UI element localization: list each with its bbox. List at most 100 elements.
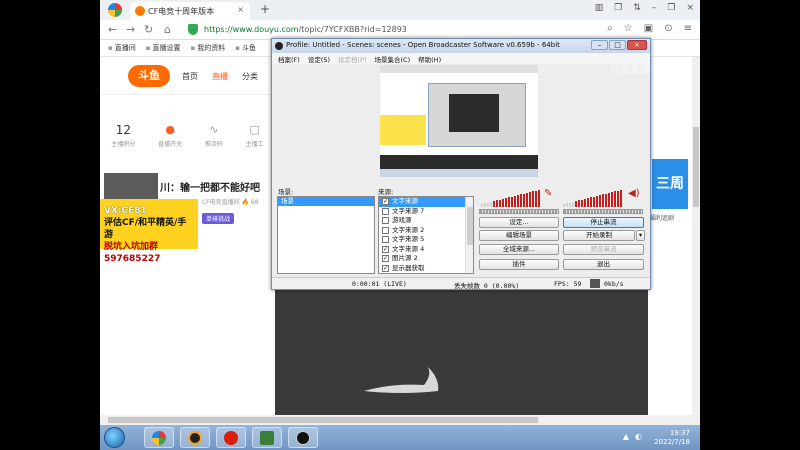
bookmark-item[interactable]: 直播间 [108,43,136,56]
taskbar-browser[interactable] [144,427,174,448]
menu-help[interactable]: 帮助(H) [418,54,441,64]
maximize-icon[interactable]: ❐ [667,3,675,13]
search-icon[interactable]: ⌕ [607,23,613,34]
start-recording-button[interactable]: 开始录制 [563,230,635,241]
browser-logo-icon[interactable] [108,3,122,17]
nav-live[interactable]: 直播 [212,71,228,82]
scenes-list[interactable]: 场景 [277,196,375,274]
source-item[interactable]: 文字来源 7 [379,207,473,217]
stream-card[interactable]: 川：输一把都不能好吧 CF电竞直播间 🔥 68 单排挑战 VX:CF81 评估C… [100,173,275,264]
taskbar-app-g[interactable] [180,427,210,448]
taskbar-obs[interactable] [288,427,318,448]
source-checkbox[interactable] [382,207,389,215]
menu-icon[interactable]: ≡ [684,23,692,34]
meter-segment [581,199,583,207]
scene-item[interactable]: 场景 [278,197,374,206]
sources-scrollbar[interactable] [465,197,473,273]
source-item[interactable]: ✓ 文字来源 4 [379,245,473,255]
home-icon[interactable]: ⌂ [164,23,171,36]
source-checkbox[interactable]: ✓ [382,245,389,253]
source-item[interactable]: 游戏源 [379,216,473,226]
obs-close-button[interactable]: × [627,40,647,50]
extension-icon[interactable]: ▣ [644,23,653,34]
source-item[interactable]: 文字来源 5 [379,235,473,245]
source-checkbox[interactable]: ✓ [382,264,389,272]
source-checkbox[interactable]: ✓ [382,255,389,263]
restore-icon[interactable]: ❐ [614,3,622,13]
stream-tag[interactable]: 单排挑战 [202,213,235,224]
close-icon[interactable]: × [686,3,694,13]
sources-list[interactable]: ✓ 文字来源 文字来源 7 游戏源 文字来源 2 文字来源 5 ✓ 文字来源 4 ✓ 图片源 2 ✓… [378,196,474,274]
obs-minimize-button[interactable]: – [591,40,608,50]
speaker-icon[interactable]: ◀) [628,188,640,199]
plugins-button[interactable]: 插件 [479,259,559,270]
scroll-thumb[interactable] [108,417,538,423]
system-clock[interactable]: 19:37 2022/7/18 [654,429,690,447]
meter-segment [493,201,495,207]
stop-stream-button[interactable]: 停止串流 [563,217,644,228]
sync-icon[interactable]: ⇅ [633,3,641,13]
menu-scene-collection[interactable]: 场景集合(C) [375,54,411,64]
window-controls: ▥ ❐ ⇅ – ❐ × [595,3,694,13]
douyu-logo[interactable]: 斗鱼 [128,65,170,87]
page-vertical-scrollbar[interactable] [692,57,700,415]
menu-profile[interactable]: 设定档(P) [338,54,367,64]
source-item[interactable]: 文字来源 2 [379,226,473,236]
settings-button[interactable]: 设定... [479,217,559,228]
preview-stream-button[interactable]: 预览串流 [563,244,644,255]
desktop-level-bar[interactable] [563,209,643,214]
right-promo-caption[interactable]: 福利追剧 [650,213,674,222]
edit-scene-button[interactable]: 编辑场景 [479,230,559,241]
address-bar[interactable]: https://www.douyu.com/topic/7YCFXBB?rid=… [204,25,407,34]
stream-title[interactable]: 川：输一把都不能好吧 [160,179,260,194]
sidebar-icon[interactable]: ▥ [595,3,604,13]
star-icon[interactable]: ☆ [624,23,633,34]
menu-settings[interactable]: 设定(S) [308,54,330,64]
new-tab-button[interactable]: + [260,2,270,16]
microphone-icon[interactable]: ✎ [544,188,552,199]
obs-preview[interactable] [380,65,538,177]
source-checkbox[interactable] [382,236,389,244]
account-icon[interactable]: ⊙ [664,23,672,34]
right-promo-banner[interactable]: 三周 [652,159,688,209]
tab-close-icon[interactable]: × [237,5,244,14]
nav-home[interactable]: 首页 [182,71,198,82]
back-icon[interactable]: ← [108,23,117,36]
taskbar-app-game[interactable] [252,427,282,448]
recording-options-chevron-icon[interactable]: ▾ [636,230,645,241]
stat-points[interactable]: 12 主播积分 [111,123,135,161]
browser-tab[interactable]: CF电竞十周年版本 × [130,2,250,20]
meter-segment [511,196,513,207]
source-checkbox[interactable] [382,226,389,234]
stat-tools[interactable]: ▢ 主播工 [246,123,264,161]
stat-stream-key[interactable]: ∿ 推流码 [205,123,223,161]
nav-category[interactable]: 分类 [242,71,258,82]
refresh-icon[interactable]: ↻ [144,23,153,36]
scenes-label: 场景: [278,188,294,196]
tray-app-icon[interactable]: ◐ [635,432,642,441]
taskbar-netease-music[interactable] [216,427,246,448]
stat-live-toggle[interactable]: ● 直播开关 [158,123,182,161]
source-checkbox[interactable] [382,217,389,225]
obs-maximize-button[interactable]: □ [609,40,626,50]
exit-button[interactable]: 退出 [563,259,644,270]
menu-file[interactable]: 档案(F) [278,54,300,64]
bookmark-item[interactable]: 直播设置 [146,43,181,56]
mic-level-bar[interactable] [479,209,559,214]
forward-icon[interactable]: → [126,23,135,36]
global-sources-button[interactable]: 全域来源... [479,244,559,255]
page-horizontal-scrollbar[interactable] [100,415,700,425]
obs-title-bar[interactable]: Profile: Untitled - Scenes: scenes - Ope… [272,39,650,53]
minimize-icon[interactable]: – [652,3,657,13]
scroll-thumb[interactable] [467,207,473,245]
source-item[interactable]: ✓ 图片源 2 [379,254,473,264]
source-checkbox[interactable]: ✓ [382,198,389,206]
bookmark-item[interactable]: 斗鱼 [235,43,256,56]
source-item[interactable]: ✓ 显示器获取 [379,264,473,274]
windows-taskbar: ▲ ◐ 19:37 2022/7/18 [100,425,700,450]
start-button[interactable] [104,427,125,448]
tray-expand-icon[interactable]: ▲ [623,432,629,441]
source-item[interactable]: ✓ 文字来源 [379,197,473,207]
bookmark-item[interactable]: 我的资料 [191,43,225,56]
scroll-thumb[interactable] [693,127,699,207]
